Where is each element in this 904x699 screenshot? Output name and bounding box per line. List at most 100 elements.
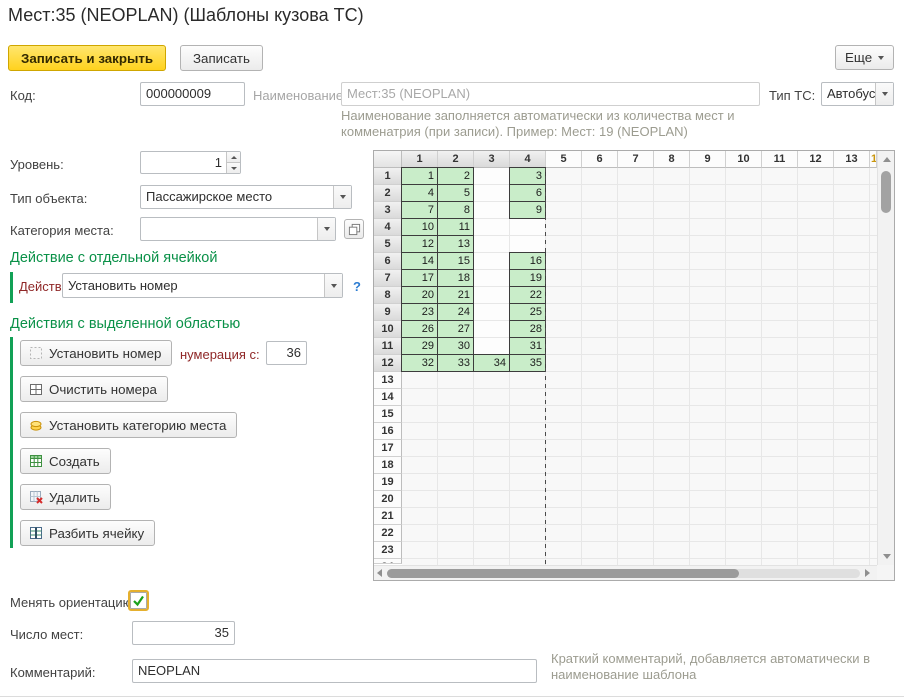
grid-column-header[interactable]: 2 [438,151,474,168]
split-cell-button[interactable]: Разбить ячейку [20,520,155,546]
seat-cell[interactable]: 5 [437,184,474,202]
seat-cell[interactable]: 14 [401,252,438,270]
grid-column-header[interactable]: 4 [510,151,546,168]
grid-row-header[interactable]: 15 [374,406,402,423]
empty-cell[interactable] [474,270,509,286]
grid-row-header[interactable]: 13 [374,372,402,389]
numbering-from-field[interactable]: 36 [266,341,307,365]
seat-count-field[interactable]: 35 [132,621,235,645]
grid-column-header[interactable]: 5 [546,151,582,168]
seat-cell[interactable]: 3 [509,167,546,185]
seat-cell[interactable]: 4 [401,184,438,202]
seat-cell[interactable]: 9 [509,201,546,219]
grid-column-header-partial[interactable]: 14 [870,151,877,168]
grid-row-header[interactable]: 3 [374,202,402,219]
comment-field[interactable]: NEOPLAN [132,659,537,683]
grid-column-header[interactable]: 7 [618,151,654,168]
action-dropdown-button[interactable] [324,274,342,297]
seat-cell[interactable]: 22 [509,286,546,304]
grid-row-header[interactable]: 17 [374,440,402,457]
scroll-right-icon[interactable] [865,569,870,577]
empty-cell[interactable] [474,321,509,337]
seat-cell[interactable]: 7 [401,201,438,219]
vertical-scroll-thumb[interactable] [881,171,891,213]
grid-row-header[interactable]: 23 [374,542,402,559]
vehicle-type-dropdown-button[interactable] [875,83,893,105]
delete-button[interactable]: Удалить [20,484,111,510]
seat-category-dropdown-button[interactable] [317,218,335,240]
scroll-up-icon[interactable] [883,157,891,162]
grid-row-header-partial[interactable]: 24 [374,559,402,564]
empty-cell[interactable] [474,219,509,235]
action-combo[interactable]: Установить номер [62,273,343,298]
seat-cell[interactable]: 19 [509,269,546,287]
seat-cell[interactable]: 12 [401,235,438,253]
seat-cell[interactable]: 13 [437,235,474,253]
help-link[interactable]: ? [353,279,361,294]
grid-column-header[interactable]: 13 [834,151,870,168]
empty-cell[interactable] [474,304,509,320]
grid-column-header[interactable]: 11 [762,151,798,168]
seat-cell[interactable]: 20 [401,286,438,304]
orientation-checkbox[interactable] [130,592,147,609]
vertical-scrollbar[interactable] [877,151,894,565]
grid-row-header[interactable]: 9 [374,304,402,321]
set-category-button[interactable]: Установить категорию места [20,412,237,438]
grid-row-header[interactable]: 5 [374,236,402,253]
code-field[interactable]: 000000009 [140,82,245,106]
grid-row-header[interactable]: 4 [374,219,402,236]
seat-cell[interactable]: 35 [509,354,546,372]
scroll-down-icon[interactable] [883,554,891,559]
grid-row-header[interactable]: 18 [374,457,402,474]
seat-cell[interactable]: 27 [437,320,474,338]
seat-cell[interactable]: 6 [509,184,546,202]
clear-numbers-button[interactable]: Очистить номера [20,376,168,402]
seat-cell[interactable]: 34 [473,354,510,372]
seat-cell[interactable]: 15 [437,252,474,270]
grid-row-header[interactable]: 2 [374,185,402,202]
seat-cell[interactable]: 25 [509,303,546,321]
seat-cell[interactable]: 28 [509,320,546,338]
seat-cell[interactable]: 23 [401,303,438,321]
seat-map-grid[interactable]: 1234567891011121314123456789101112131415… [373,150,895,581]
empty-cell[interactable] [474,236,509,252]
empty-cell[interactable] [474,168,509,184]
seat-cell[interactable]: 21 [437,286,474,304]
grid-row-header[interactable]: 19 [374,474,402,491]
grid-row-header[interactable]: 11 [374,338,402,355]
seat-cell[interactable]: 24 [437,303,474,321]
seat-cell[interactable]: 16 [509,252,546,270]
grid-column-header[interactable]: 3 [474,151,510,168]
horizontal-scroll-thumb[interactable] [387,569,739,578]
set-number-button[interactable]: Установить номер [20,340,172,366]
grid-row-header[interactable]: 7 [374,270,402,287]
grid-cells-area[interactable]: 1234567891011121314151617181920212223242… [402,168,877,565]
seat-cell[interactable]: 32 [401,354,438,372]
grid-row-header[interactable]: 1 [374,168,402,185]
seat-cell[interactable]: 11 [437,218,474,236]
spin-down-button[interactable] [227,163,240,173]
grid-column-header[interactable]: 8 [654,151,690,168]
create-button[interactable]: Создать [20,448,111,474]
seat-category-combo[interactable] [140,217,336,241]
seat-cell[interactable]: 33 [437,354,474,372]
grid-column-header[interactable]: 10 [726,151,762,168]
empty-cell[interactable] [474,202,509,218]
grid-row-header[interactable]: 16 [374,423,402,440]
grid-row-header[interactable]: 20 [374,491,402,508]
grid-column-header[interactable]: 6 [582,151,618,168]
seat-cell[interactable]: 29 [401,337,438,355]
more-button[interactable]: Еще [835,45,894,70]
spin-up-button[interactable] [227,152,240,163]
empty-cell[interactable] [510,236,545,252]
seat-cell[interactable]: 26 [401,320,438,338]
empty-cell[interactable] [474,338,509,354]
grid-column-header[interactable]: 1 [402,151,438,168]
level-stepper[interactable]: 1 [140,151,241,174]
empty-cell[interactable] [474,253,509,269]
seat-cell[interactable]: 2 [437,167,474,185]
grid-corner-cell[interactable] [374,151,402,168]
save-button[interactable]: Записать [180,45,263,71]
grid-row-header[interactable]: 22 [374,525,402,542]
object-type-dropdown-button[interactable] [333,186,351,208]
